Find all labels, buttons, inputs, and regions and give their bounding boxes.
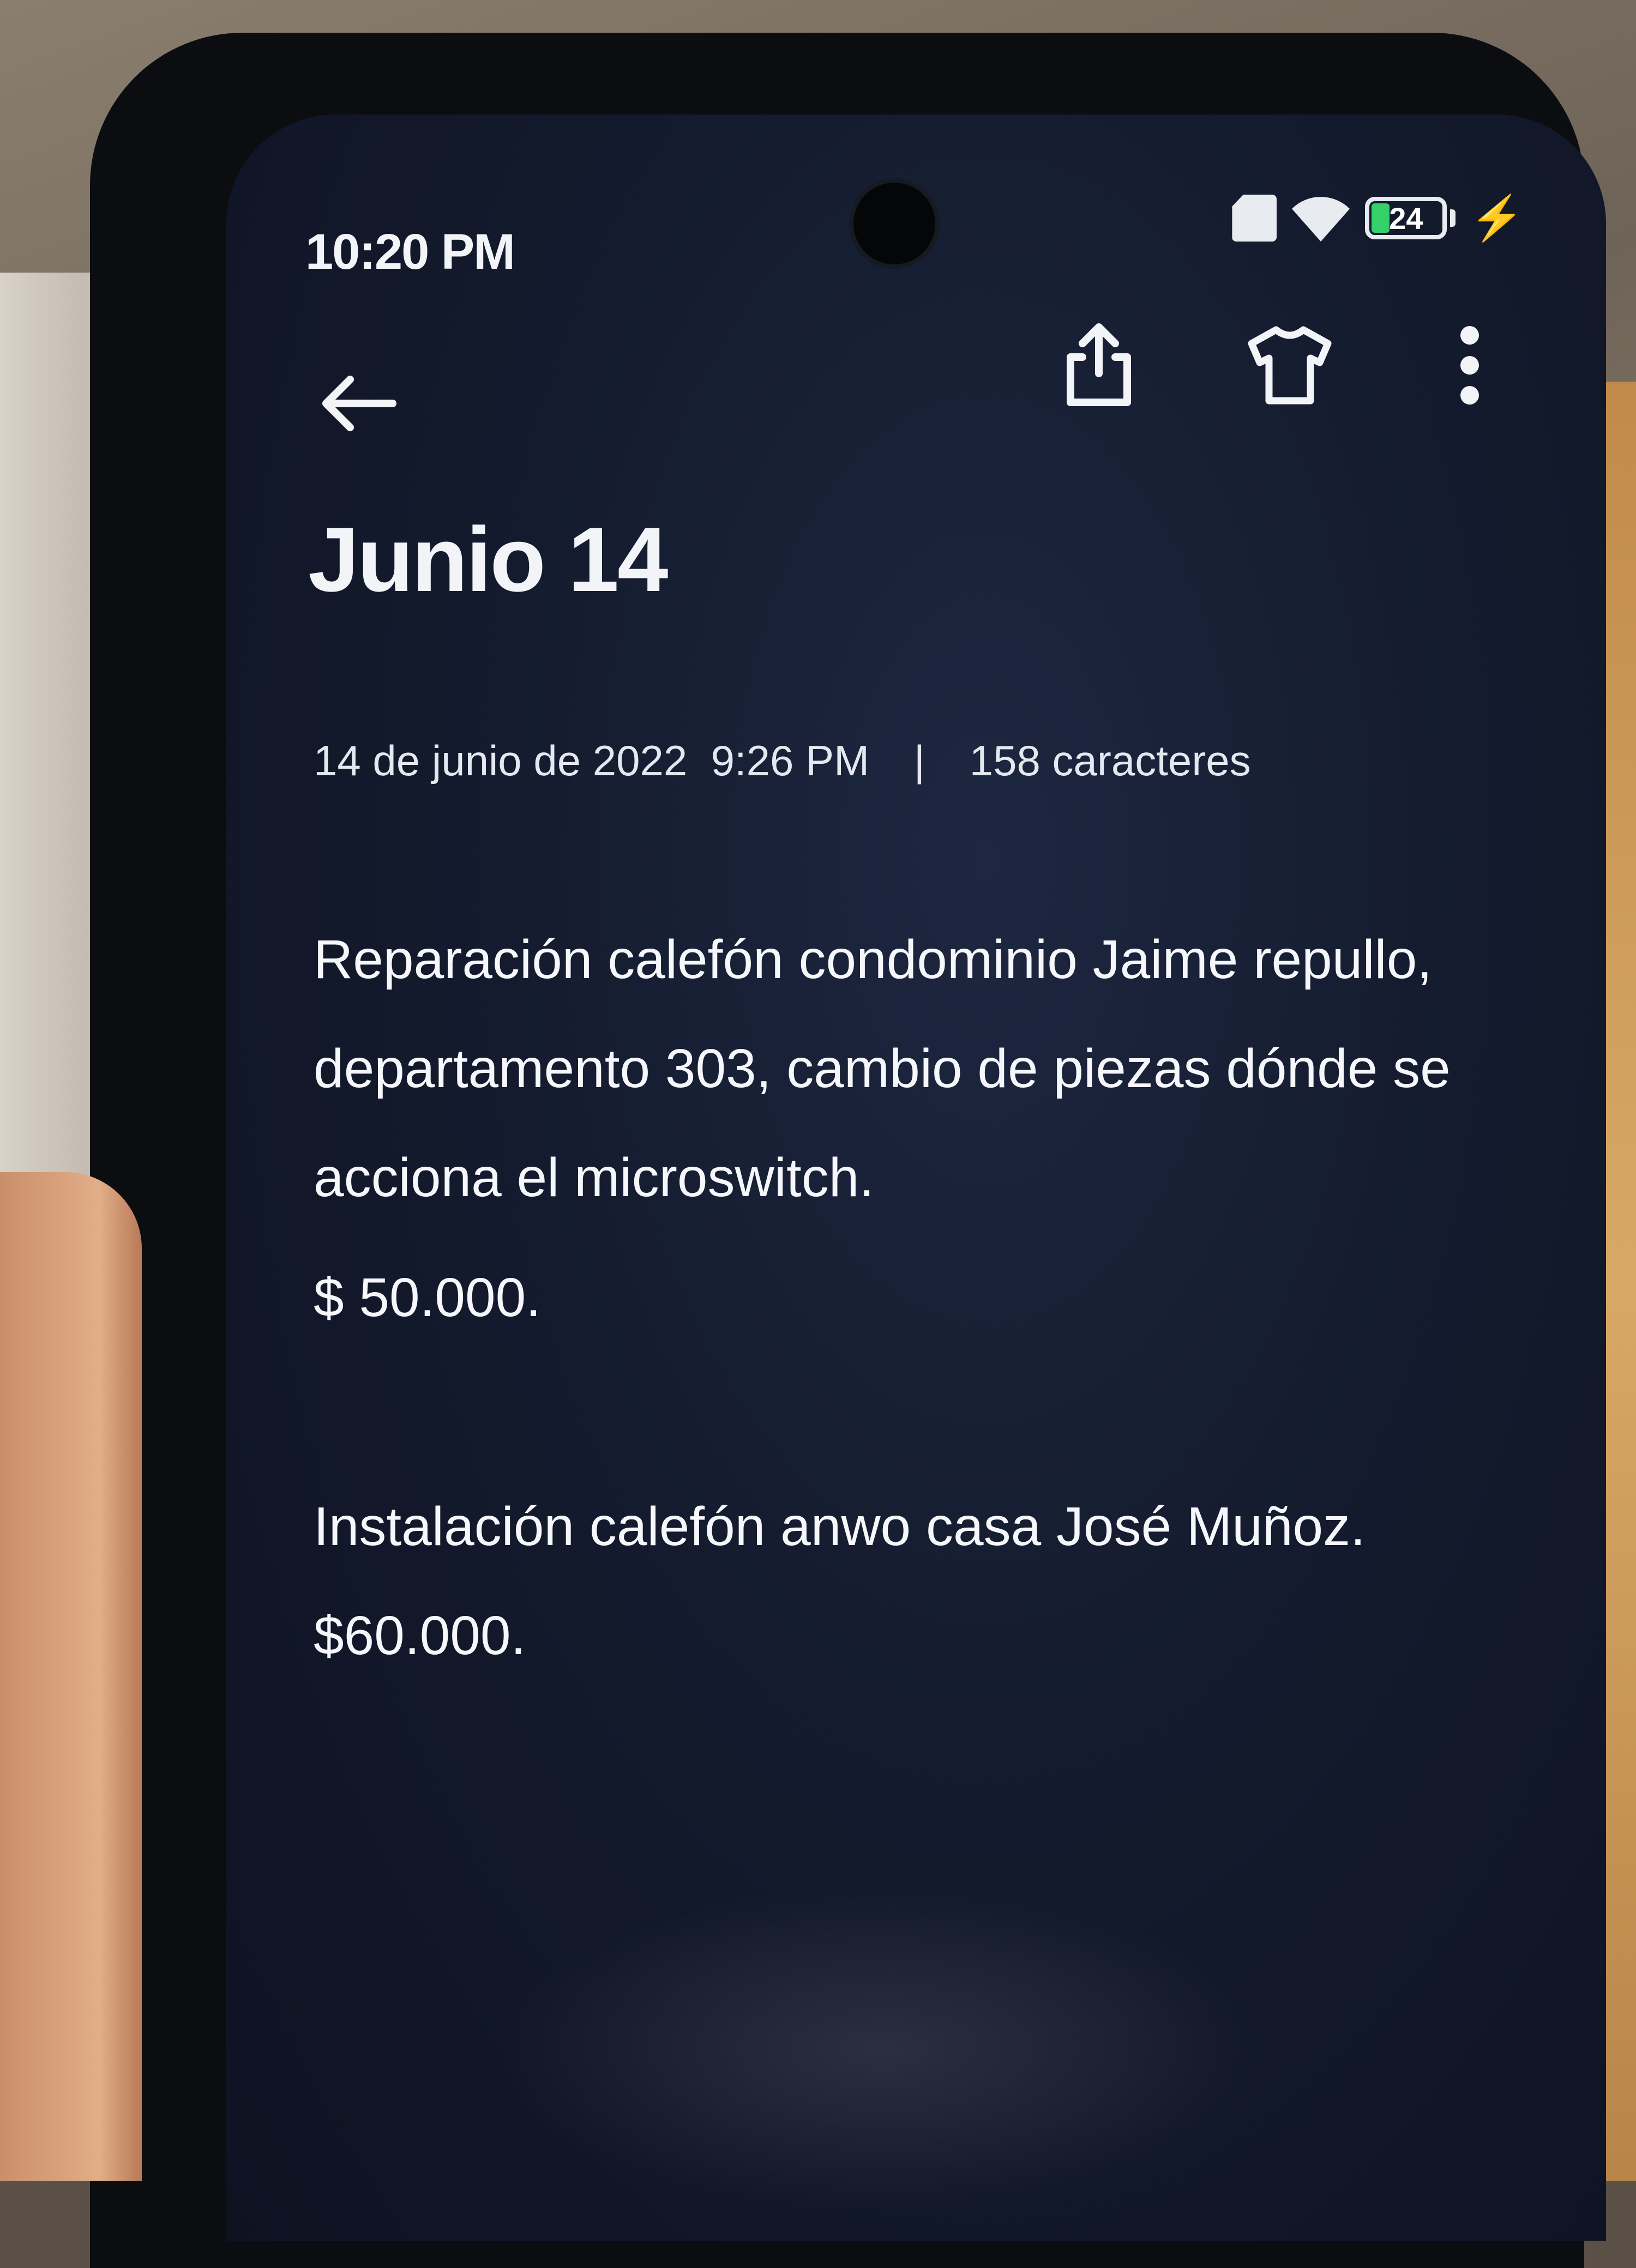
- share-icon: [1067, 323, 1131, 406]
- note-paragraph[interactable]: Instalación calefón anwo casa José Muñoz…: [314, 1472, 1568, 1581]
- meta-separator: |: [913, 737, 925, 785]
- theme-button[interactable]: [1235, 311, 1344, 420]
- more-vertical-icon: [1460, 326, 1479, 405]
- battery-cap: [1450, 209, 1456, 227]
- note-paragraph[interactable]: $60.000.: [314, 1581, 1568, 1690]
- status-icons: 24 ⚡: [1232, 188, 1524, 248]
- back-arrow-icon: [322, 376, 396, 431]
- note-char-count: 158 caracteres: [969, 737, 1251, 785]
- note-paragraph[interactable]: $ 50.000.: [314, 1243, 1568, 1352]
- wifi-icon: [1291, 194, 1351, 243]
- note-title[interactable]: Junio 14: [308, 507, 669, 612]
- battery-level: 24: [1389, 201, 1423, 236]
- front-camera: [853, 183, 935, 264]
- battery-icon: 24: [1365, 197, 1447, 239]
- charging-bolt-icon: ⚡: [1470, 194, 1524, 242]
- note-body-editor[interactable]: Reparación calefón condominio Jaime repu…: [314, 905, 1568, 1690]
- status-time: 10:20 PM: [305, 224, 515, 280]
- back-button[interactable]: [303, 349, 412, 458]
- sim-icon: [1232, 195, 1277, 242]
- phone-body: 10:20 PM 24 ⚡ Junio 14 14 de junio de 20…: [90, 33, 1606, 2268]
- note-meta: 14 de junio de 2022 9:26 PM | 158 caract…: [314, 736, 1251, 786]
- holding-hand: [0, 1172, 142, 2181]
- share-button[interactable]: [1044, 305, 1153, 425]
- note-paragraph[interactable]: Reparación calefón condominio Jaime repu…: [314, 905, 1568, 1232]
- theme-shirt-icon: [1248, 326, 1332, 405]
- photo-background: 10:20 PM 24 ⚡ Junio 14 14 de junio de 20…: [0, 0, 1636, 2268]
- more-options-button[interactable]: [1426, 305, 1513, 425]
- phone-screen: 10:20 PM 24 ⚡ Junio 14 14 de junio de 20…: [226, 114, 1606, 2241]
- battery-fill: [1372, 203, 1390, 233]
- note-date-time: 14 de junio de 2022 9:26 PM: [314, 737, 870, 785]
- screen-reflection: [499, 1886, 1262, 2213]
